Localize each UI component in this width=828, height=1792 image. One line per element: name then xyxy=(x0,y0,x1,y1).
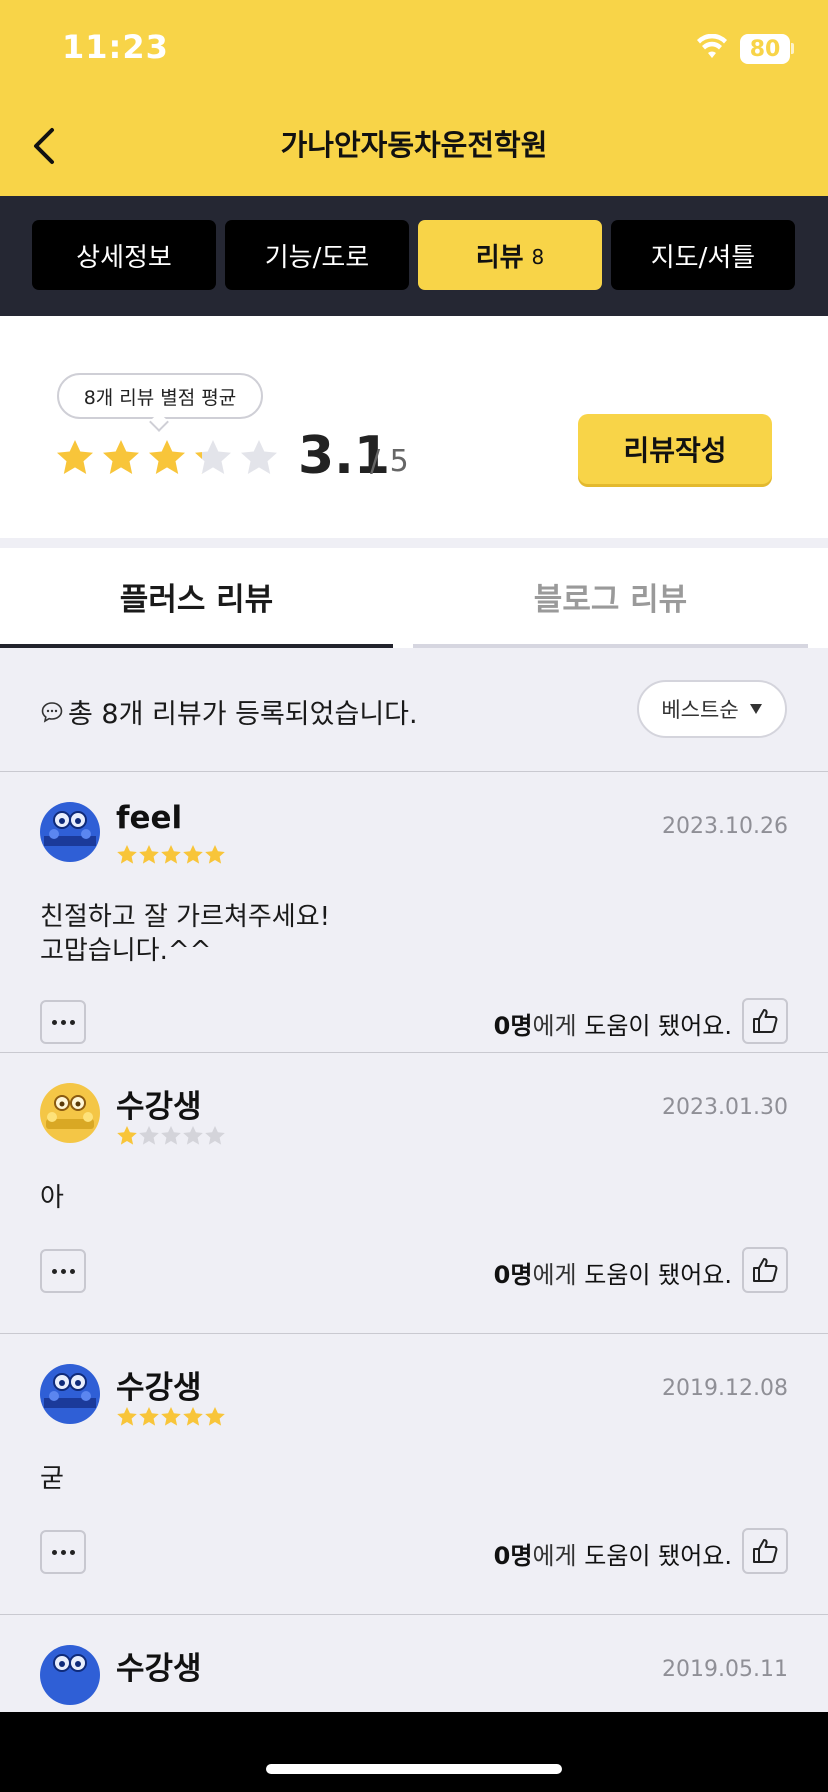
reviewer-name: 수강생 xyxy=(116,1370,202,1406)
avatar xyxy=(40,802,100,862)
helpful-text: 0명에게 도움이 됐어요. xyxy=(493,1261,732,1289)
more-options-button[interactable] xyxy=(40,1530,86,1574)
review-date: 2023.10.26 xyxy=(662,814,788,839)
review-count: 총 8개 리뷰가 등록되었습니다. xyxy=(40,692,418,731)
review-count-text: 총 8개 리뷰가 등록되었습니다. xyxy=(68,699,418,730)
review-item: 수강생 2019.05.11 xyxy=(0,1615,828,1712)
review-item: 수강생 2019.12.08 굳 0명에게 도움이 됐어요. xyxy=(0,1334,828,1615)
star-icon xyxy=(117,1126,225,1145)
helpful-text: 0명에게 도움이 됐어요. xyxy=(493,1542,732,1570)
avatar xyxy=(40,1364,100,1424)
battery-icon: 80 xyxy=(740,34,790,64)
review-stars xyxy=(116,844,228,866)
thumbs-up-icon[interactable] xyxy=(742,1528,788,1574)
rating-tooltip: 8개 리뷰 별점 평균 xyxy=(57,373,263,419)
caret-down-icon xyxy=(749,704,762,714)
more-options-button[interactable] xyxy=(40,1000,86,1044)
tab-label: 상세정보 xyxy=(76,242,172,273)
tab-map-shuttle[interactable]: 지도/셔틀 xyxy=(611,220,795,290)
sort-dropdown[interactable]: 베스트순 xyxy=(637,680,787,738)
chat-bubble-icon xyxy=(41,701,63,723)
star-icon xyxy=(57,440,277,474)
rating-max: / 5 xyxy=(370,444,409,479)
review-date: 2023.01.30 xyxy=(662,1095,788,1120)
star-icon xyxy=(117,1407,225,1426)
section-tabs: 상세정보 기능/도로 리뷰 8 지도/셔틀 xyxy=(0,196,828,316)
reviewer-name: 수강생 xyxy=(116,1651,202,1687)
thumbs-up-icon[interactable] xyxy=(742,1247,788,1293)
helpful-text: 0명에게 도움이 됐어요. xyxy=(493,1012,732,1040)
tab-plus-review[interactable]: 플러스 리뷰 xyxy=(0,548,393,648)
more-options-button[interactable] xyxy=(40,1249,86,1293)
review-date: 2019.12.08 xyxy=(662,1376,788,1401)
battery-tip xyxy=(791,43,794,54)
tab-blog-review[interactable]: 블로그 리뷰 xyxy=(413,548,808,648)
review-body: 친절하고 잘 가르쳐주세요! 고맙습니다.^^ xyxy=(40,902,331,966)
rating-summary: 8개 리뷰 별점 평균 3.1 / 5 리뷰작성 xyxy=(0,316,828,538)
avatar xyxy=(40,1645,100,1705)
tab-label: 지도/셔틀 xyxy=(650,242,756,273)
tab-skill-road[interactable]: 기능/도로 xyxy=(225,220,409,290)
reviewer-name: feel xyxy=(116,800,183,836)
tab-label: 리뷰 xyxy=(475,242,524,273)
sort-label: 베스트순 xyxy=(661,698,739,722)
review-stars xyxy=(116,1406,228,1428)
write-review-button[interactable]: 리뷰작성 xyxy=(578,414,772,484)
review-count-bar: 총 8개 리뷰가 등록되었습니다. 베스트순 xyxy=(0,648,828,772)
review-item: 수강생 2023.01.30 아 0명에게 도움이 됐어요. xyxy=(0,1053,828,1334)
review-body: 아 xyxy=(40,1183,64,1213)
review-source-tabs: 플러스 리뷰 블로그 리뷰 xyxy=(0,548,828,648)
star-icon xyxy=(117,845,225,864)
header-bar: 11:23 80 가나안자동차운전학원 xyxy=(0,0,828,196)
reviewer-name: 수강생 xyxy=(116,1089,202,1125)
review-item: feel 2023.10.26 친절하고 잘 가르쳐주세요! 고맙습니다.^^ … xyxy=(0,772,828,1053)
tab-detail[interactable]: 상세정보 xyxy=(32,220,216,290)
average-stars xyxy=(55,436,281,478)
tab-label: 기능/도로 xyxy=(264,242,370,273)
tab-review[interactable]: 리뷰 8 xyxy=(418,220,602,290)
status-time: 11:23 xyxy=(62,28,169,66)
review-date: 2019.05.11 xyxy=(662,1657,788,1682)
review-stars xyxy=(116,1125,228,1147)
avatar xyxy=(40,1083,100,1143)
tab-review-count: 8 xyxy=(531,245,545,269)
home-bar-area xyxy=(0,1712,828,1792)
wifi-icon xyxy=(696,33,728,64)
home-indicator[interactable] xyxy=(266,1764,562,1774)
page-title: 가나안자동차운전학원 xyxy=(280,128,548,162)
review-body: 굳 xyxy=(40,1464,64,1494)
thumbs-up-icon[interactable] xyxy=(742,998,788,1044)
